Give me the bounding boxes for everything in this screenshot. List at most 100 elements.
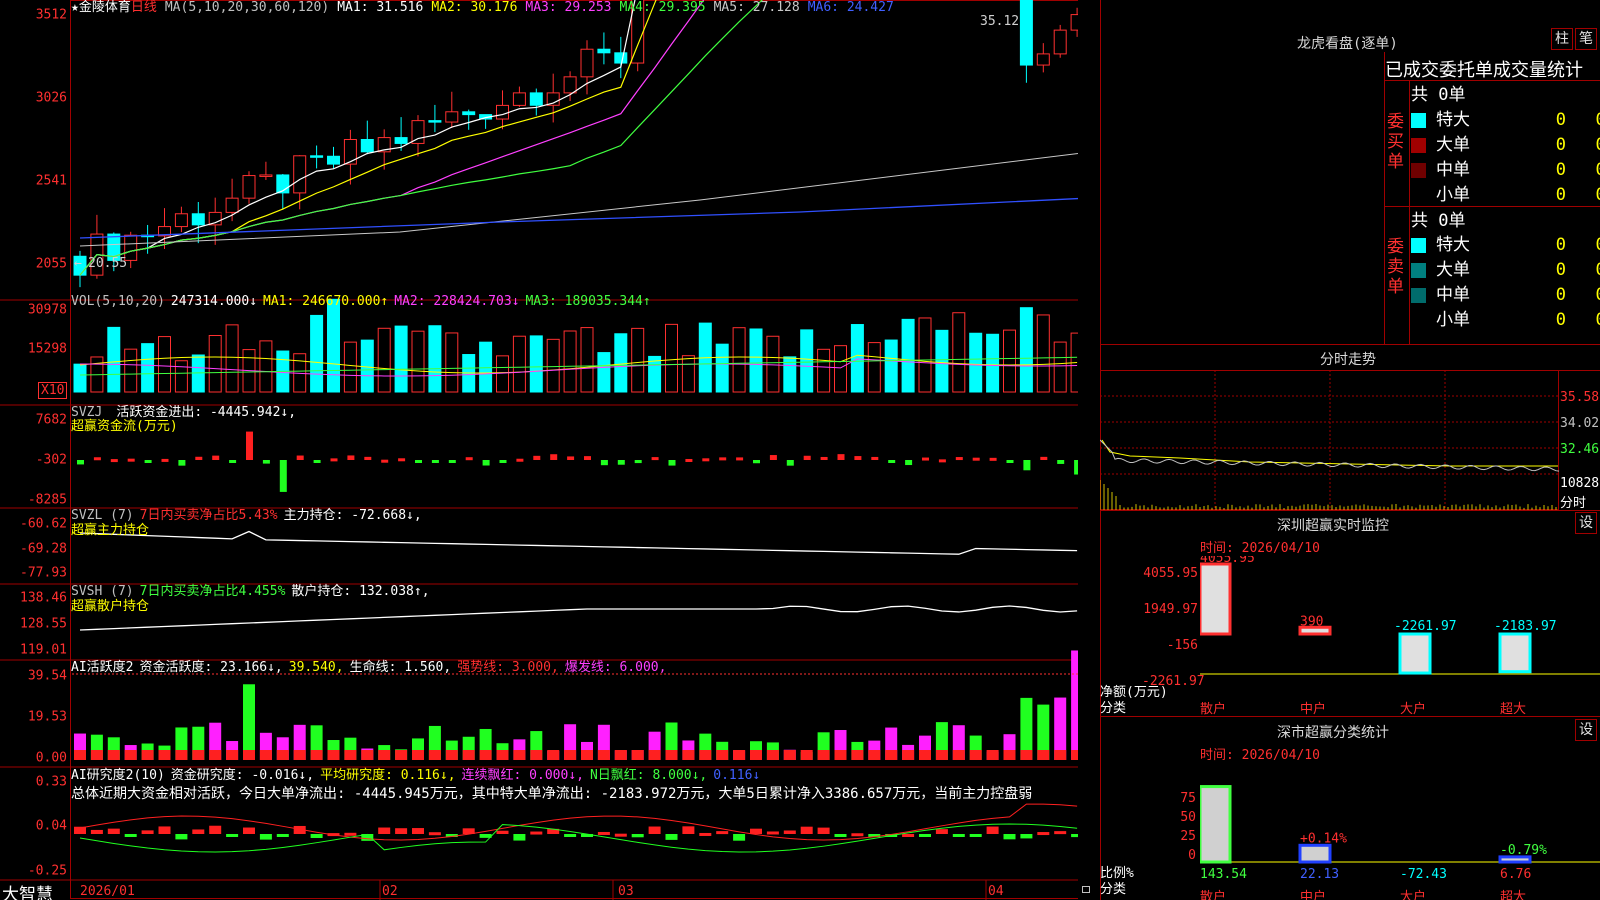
order-row: 中单 00% <box>1411 155 1600 180</box>
main-chart-area[interactable] <box>0 0 1078 900</box>
svzl-axis-label: -77.93 <box>20 565 67 581</box>
lhb-title: 龙虎看盘(逐单) <box>1297 36 1398 52</box>
order-color-swatch <box>1411 262 1426 278</box>
intraday-title: 分时走势 <box>1320 352 1376 368</box>
svzl-axis-label: -69.28 <box>20 541 67 557</box>
svzj-axis-label: 7682 <box>35 412 67 428</box>
monitor-axis-label: 4055.95 <box>1143 566 1198 581</box>
svsh-axis-label: 128.55 <box>20 616 67 632</box>
ai1-axis-label: 0.00 <box>35 750 67 766</box>
order-row: 大单 00% <box>1411 130 1600 155</box>
price-axis-label: 3512 <box>35 7 67 23</box>
intraday-unit: 分时 <box>1560 496 1587 511</box>
vol-axis-label: 30978 <box>27 302 67 318</box>
intraday-chart[interactable] <box>1100 370 1600 510</box>
order-row: 大单 00% <box>1411 255 1600 280</box>
stock-terminal: { "app_name":"大智慧", "stock":{"title":"★金… <box>0 0 1600 900</box>
order-pct: 0% <box>1566 185 1600 205</box>
app-logo: 大智慧 <box>2 885 53 900</box>
order-type: 小单 <box>1436 185 1470 205</box>
ma5-label: MA5: 27.128 <box>713 0 800 15</box>
classification-time: 时间: 2026/04/10 <box>1200 748 1320 763</box>
order-count: 0 <box>1555 285 1566 305</box>
monitor-bar-value: -2261.97 <box>1394 619 1457 634</box>
svzl-header: SVZL (7) 7日内买卖净占比5.43% 主力持仓: -72.668↓, <box>71 508 422 523</box>
order-color-swatch <box>1411 162 1426 178</box>
monitor-axis-label: 1949.97 <box>1143 602 1198 617</box>
svsh-axis-label: 138.46 <box>20 590 67 606</box>
classification-axis-label: 0 <box>1188 848 1196 863</box>
ai2-axis-label: 0.04 <box>35 818 67 834</box>
svzj-axis-label: -8285 <box>27 492 67 508</box>
date-label: 02 <box>382 884 398 899</box>
monitor-title: 深圳超赢实时监控 <box>1277 518 1389 534</box>
order-pct: 0% <box>1566 310 1600 330</box>
order-type: 特大 <box>1436 110 1470 130</box>
price-axis-label: 2055 <box>35 256 67 272</box>
monitor-bar <box>1398 632 1432 675</box>
order-type: 大单 <box>1436 135 1470 155</box>
order-type: 中单 <box>1436 160 1470 180</box>
bar-view-button[interactable]: 柱 <box>1551 28 1573 50</box>
date-label: 03 <box>618 884 634 899</box>
lock-icon[interactable] <box>1082 886 1090 893</box>
order-type: 大单 <box>1436 260 1470 280</box>
classification-bar-value: 143.54 <box>1200 867 1247 880</box>
orderbook-tabs[interactable]: 已成交委托单成交量统计 <box>1385 56 1583 82</box>
order-count: 0 <box>1555 310 1566 330</box>
order-type: 中单 <box>1436 285 1470 305</box>
vol-panel-header: VOL(5,10,20) 247314.000↓ MA1: 246670.000↑ M… <box>71 294 651 309</box>
order-color-swatch <box>1411 187 1426 203</box>
monitor-settings-button[interactable]: 设 <box>1575 512 1597 534</box>
vol-axis-label: 15298 <box>27 341 67 357</box>
order-row: 中单 00% <box>1411 280 1600 305</box>
classification-axis-label: 25 <box>1180 829 1196 844</box>
ma1-label: MA1: 31.516 <box>337 0 424 15</box>
sell-total: 共 0单 <box>1411 211 1466 231</box>
pen-view-button[interactable]: 笔 <box>1575 28 1597 50</box>
classification-bar <box>1298 843 1332 864</box>
classification-bar-value: 6.76 <box>1500 867 1531 880</box>
svzj-subtitle: 超赢资金流(万元) <box>71 419 178 434</box>
classification-bar <box>1200 785 1232 864</box>
ai1-header: AI活跃度2 资金活跃度: 23.166↓, 39.540, 生命线: 1.560, 强… <box>71 660 667 675</box>
price-axis-label: 3026 <box>35 90 67 106</box>
monitor-bar-value: 4055.95 <box>1200 556 1255 566</box>
order-pct: 0% <box>1566 235 1600 255</box>
intraday-axis-label: 10828 <box>1560 476 1600 491</box>
monitor-category: 中户 <box>1300 702 1327 717</box>
order-count: 0 <box>1555 185 1566 205</box>
svzl-axis-label: -60.62 <box>20 516 67 532</box>
order-count: 0 <box>1555 160 1566 180</box>
order-color-swatch <box>1411 237 1426 253</box>
monitor-bar-value: -2183.97 <box>1494 619 1557 634</box>
svsh-header: SVSH (7) 7日内买卖净占比4.455% 散户持仓: 132.038↑, <box>71 584 430 599</box>
monitor-bar-chart[interactable]: 4055.95 390 -2261.97 -2183.97 <box>1200 556 1600 696</box>
classification-axis-label: 75 <box>1180 791 1196 806</box>
vol-unit: X10 <box>38 382 68 399</box>
intraday-axis-label: 35.58 <box>1560 390 1600 405</box>
buy-total: 共 0单 <box>1411 85 1466 105</box>
sell-side-label: 委卖单 <box>1387 237 1404 297</box>
order-color-swatch <box>1411 287 1426 303</box>
ma3-label: MA3: 29.253 <box>525 0 612 15</box>
order-row: 小单 00% <box>1411 305 1600 330</box>
ai2-axis-label: 0.33 <box>35 774 67 790</box>
order-count: 0 <box>1555 110 1566 130</box>
ai1-axis-label: 19.53 <box>27 709 67 725</box>
ai1-axis-label: 39.54 <box>27 668 67 684</box>
monitor-category: 超大 <box>1500 702 1527 717</box>
order-count: 0 <box>1555 235 1566 255</box>
classification-bar-change: +0.14% <box>1300 831 1347 846</box>
monitor-bar <box>1200 562 1232 636</box>
order-row: 小单 00% <box>1411 180 1600 205</box>
low-price-label: 20.55 <box>88 256 128 271</box>
svsh-subtitle: 超赢散户持仓 <box>71 599 150 614</box>
classification-bar-chart[interactable]: 143.54 22.13 +0.14% -72.43 6.76 -0.79% <box>1200 770 1600 880</box>
order-row: 特大 00% <box>1411 230 1600 255</box>
order-pct: 0% <box>1566 110 1600 130</box>
classification-settings-button[interactable]: 设 <box>1575 719 1597 741</box>
order-pct: 0% <box>1566 135 1600 155</box>
stock-name: ★金陵体育 <box>71 0 131 15</box>
ma6-label: MA6: 24.427 <box>807 0 894 15</box>
